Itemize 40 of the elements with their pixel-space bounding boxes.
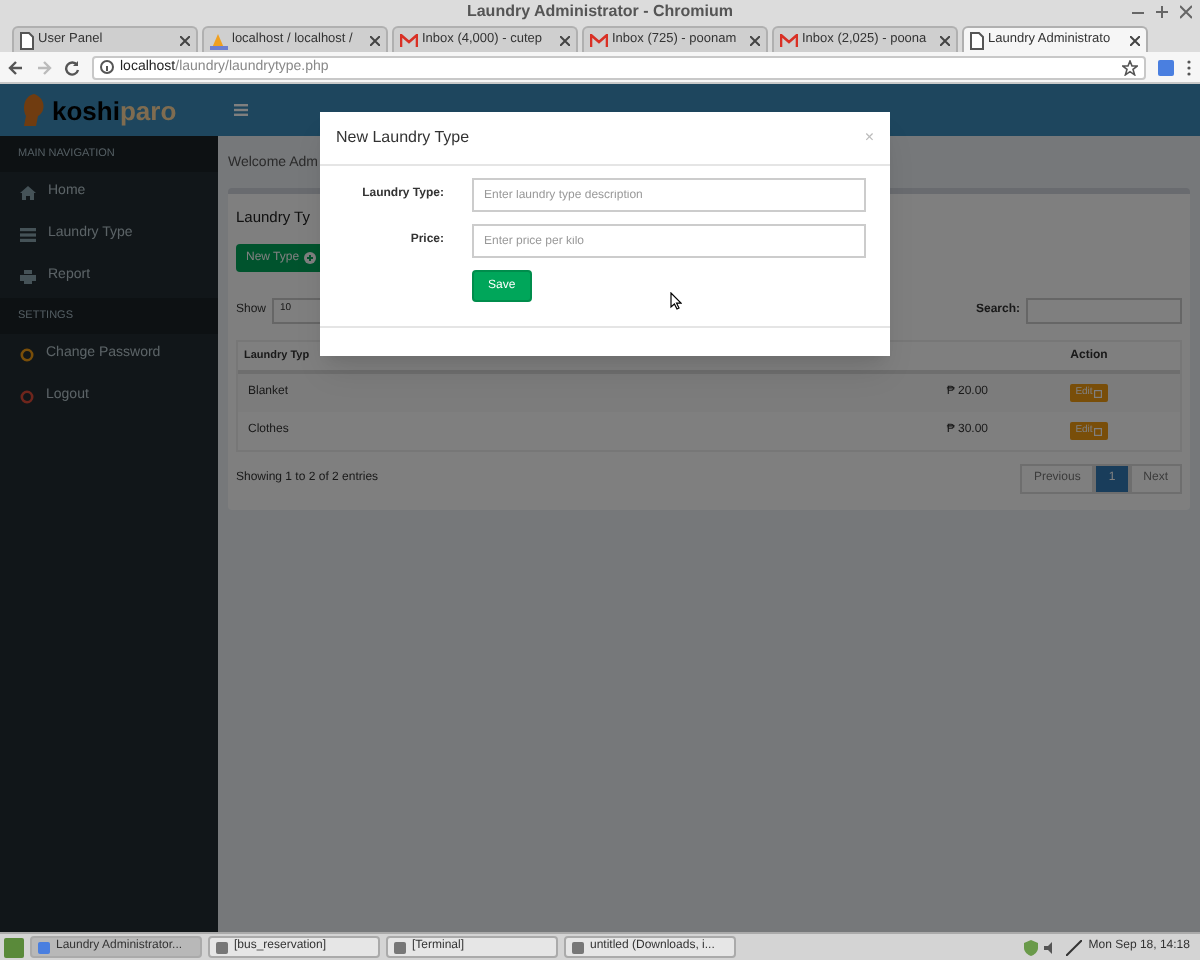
back-icon[interactable] [8, 59, 24, 75]
close-icon[interactable] [180, 35, 190, 45]
close-icon[interactable] [1180, 2, 1192, 22]
plus-circle-icon [303, 252, 316, 264]
window-icon [216, 941, 228, 953]
home-icon [20, 186, 36, 200]
maximize-icon[interactable] [1156, 2, 1168, 22]
window-icon [394, 941, 406, 953]
close-icon[interactable] [560, 35, 570, 45]
circle-icon [20, 348, 34, 362]
circle-icon [20, 390, 34, 404]
logo-text: paro [119, 95, 177, 125]
star-icon[interactable] [1122, 59, 1138, 75]
info-icon [100, 60, 114, 74]
close-icon[interactable] [750, 35, 760, 45]
sailboat-icon [210, 31, 228, 49]
edit-icon [1094, 427, 1103, 435]
mail-icon [590, 33, 608, 47]
cursor-icon [670, 292, 682, 310]
mail-icon [780, 33, 798, 47]
menu-icon[interactable] [1186, 59, 1192, 75]
window-title: Laundry Administrator - Chromium [466, 4, 734, 20]
mail-icon [400, 33, 418, 47]
printer-icon [20, 270, 36, 284]
modal-title: New Laundry Type [336, 126, 470, 150]
logo-icon [20, 92, 48, 128]
network-icon [1066, 939, 1083, 955]
window-icon [38, 941, 50, 953]
search-field[interactable] [1026, 297, 1182, 323]
close-icon[interactable] [370, 35, 380, 45]
reload-icon[interactable] [64, 59, 80, 75]
close-icon[interactable] [940, 35, 950, 45]
close-icon[interactable] [1130, 35, 1140, 45]
edit-icon [1094, 389, 1103, 397]
translate-icon[interactable] [1158, 59, 1174, 75]
close-button[interactable]: × [864, 130, 874, 146]
list-icon [20, 228, 36, 242]
window-icon [572, 941, 584, 953]
shield-icon [1024, 939, 1039, 955]
logo-text: koshi [52, 95, 120, 125]
